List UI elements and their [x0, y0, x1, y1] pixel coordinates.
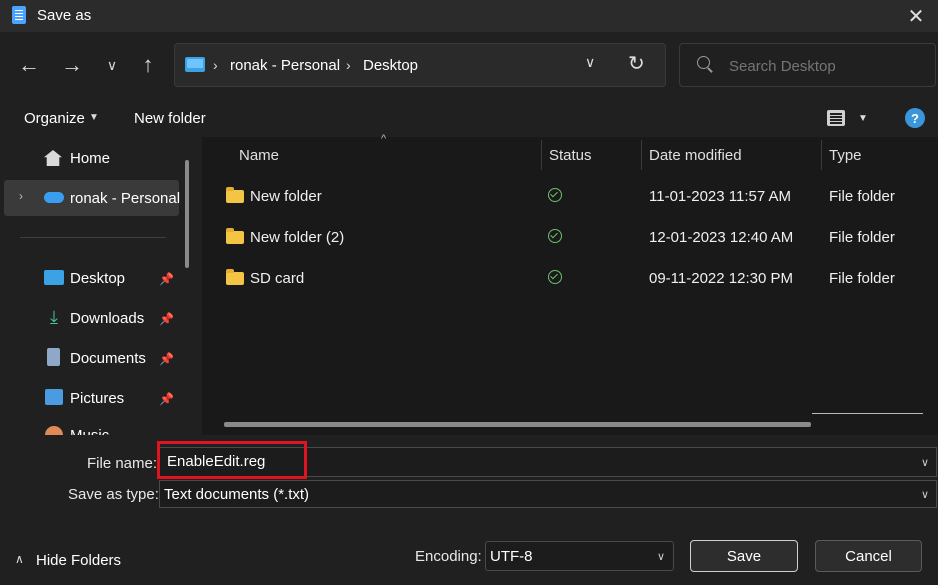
chevron-down-icon[interactable]: ∨ — [657, 550, 665, 563]
sidebar-item-pictures[interactable]: Pictures — [44, 381, 124, 415]
chevron-up-icon[interactable]: ∧ — [15, 552, 24, 566]
back-button[interactable]: ← — [14, 50, 44, 80]
sidebar-item-label: Downloads — [70, 309, 145, 327]
hide-folders-button[interactable]: Hide Folders — [36, 552, 121, 569]
sidebar-scrollbar[interactable] — [185, 160, 189, 268]
notepad-icon — [12, 6, 26, 24]
pictures-icon — [45, 389, 63, 405]
refresh-icon: ↻ — [628, 53, 645, 75]
downloads-icon: ⤓ — [50, 307, 58, 327]
help-icon[interactable]: ? — [905, 108, 925, 128]
sidebar-item-home[interactable]: Home — [44, 141, 110, 175]
file-name: New folder (2) — [250, 229, 345, 246]
column-header-name[interactable]: Name — [239, 147, 279, 164]
table-row[interactable] — [212, 259, 934, 297]
view-options-icon[interactable] — [827, 110, 845, 126]
sidebar-item-label: Documents — [70, 349, 146, 367]
sidebar-item-desktop[interactable]: Desktop — [44, 261, 125, 295]
scrollbar-track — [812, 413, 923, 414]
annotation-highlight-box — [157, 441, 307, 479]
sort-ascending-icon: ^ — [381, 133, 387, 145]
breadcrumb-separator: › — [213, 57, 218, 73]
horizontal-scrollbar[interactable] — [224, 422, 811, 427]
up-button[interactable]: ↑ — [133, 50, 163, 80]
onedrive-cloud-icon — [44, 192, 64, 203]
encoding-value: UTF-8 — [490, 548, 533, 565]
chevron-down-icon[interactable]: ∨ — [921, 488, 929, 501]
sidebar-item-downloads[interactable]: ⤓ Downloads — [44, 301, 144, 335]
search-input[interactable] — [729, 58, 919, 75]
breadcrumb-desktop[interactable]: Desktop — [363, 57, 418, 74]
breadcrumb-ronak-personal[interactable]: ronak - Personal — [230, 57, 340, 74]
save-as-type-label: Save as type: — [68, 486, 159, 503]
file-type: File folder — [829, 270, 895, 287]
new-folder-button[interactable]: New folder — [134, 110, 206, 127]
pin-icon[interactable]: 📌 — [159, 312, 174, 326]
forward-button[interactable]: → — [57, 50, 87, 80]
caret-down-icon[interactable]: ▼ — [858, 113, 868, 124]
column-divider[interactable] — [641, 140, 642, 170]
arrow-right-icon: → — [61, 52, 83, 77]
address-history-button[interactable]: ∨ — [585, 54, 595, 71]
documents-icon — [47, 348, 60, 366]
synced-check-icon — [548, 188, 562, 202]
home-icon — [44, 150, 62, 166]
synced-check-icon — [548, 270, 562, 284]
file-name: New folder — [250, 188, 322, 205]
folder-icon — [226, 187, 244, 203]
sidebar-item-documents[interactable]: Documents — [44, 341, 146, 375]
chevron-down-icon[interactable]: ∨ — [921, 456, 929, 469]
sidebar-item-label: Home — [70, 149, 111, 167]
desktop-icon — [44, 270, 64, 285]
file-date: 09-11-2022 12:30 PM — [649, 270, 793, 287]
expand-chevron-icon[interactable]: › — [19, 189, 23, 203]
music-icon — [45, 426, 63, 435]
sidebar-item-label: Pictures — [70, 389, 125, 407]
save-as-type-value: Text documents (*.txt) — [164, 486, 310, 503]
window-title: Save as — [37, 7, 92, 24]
file-date: 12-01-2023 12:40 AM — [649, 229, 794, 246]
chevron-down-icon: ∨ — [585, 54, 596, 70]
file-type: File folder — [829, 188, 895, 205]
refresh-button[interactable]: ↻ — [628, 51, 645, 76]
file-name-label: File name: — [87, 455, 158, 472]
pin-icon[interactable]: 📌 — [159, 352, 174, 366]
column-header-status[interactable]: Status — [549, 147, 592, 164]
folder-icon — [226, 228, 244, 244]
arrow-up-icon: ↑ — [142, 52, 154, 77]
close-icon: ✕ — [907, 5, 925, 28]
recent-locations-button[interactable]: ∨ — [97, 50, 127, 80]
sidebar-item-label: Desktop — [70, 269, 126, 287]
sidebar-item-label: Music — [70, 427, 109, 435]
column-divider[interactable] — [541, 140, 542, 170]
caret-down-icon: ▼ — [89, 112, 99, 123]
close-button[interactable]: ✕ — [894, 0, 938, 32]
encoding-label: Encoding: — [415, 548, 482, 565]
title-bar — [0, 0, 938, 32]
breadcrumb-separator[interactable]: › — [346, 57, 351, 73]
arrow-left-icon: ← — [18, 52, 40, 77]
file-date: 11-01-2023 11:57 AM — [649, 188, 792, 205]
divider — [20, 237, 166, 238]
chevron-down-icon: ∨ — [106, 56, 118, 73]
desktop-folder-icon — [185, 57, 205, 72]
file-type: File folder — [829, 229, 895, 246]
pin-icon[interactable]: 📌 — [159, 392, 174, 406]
file-name: SD card — [250, 270, 305, 287]
search-icon — [697, 56, 710, 69]
synced-check-icon — [548, 229, 562, 243]
sidebar-item-music[interactable]: Music — [44, 421, 109, 435]
folder-icon — [226, 269, 244, 285]
save-button[interactable]: Save — [690, 540, 798, 572]
sidebar-item-ronak-personal[interactable]: ronak - Personal — [44, 181, 180, 215]
column-header-type[interactable]: Type — [829, 147, 862, 164]
organize-button[interactable]: Organize — [24, 110, 85, 127]
cancel-button[interactable]: Cancel — [815, 540, 922, 572]
pin-icon[interactable]: 📌 — [159, 272, 174, 286]
column-header-date[interactable]: Date modified — [649, 147, 742, 164]
sidebar-item-label: ronak - Personal — [70, 189, 181, 207]
column-divider[interactable] — [821, 140, 822, 170]
